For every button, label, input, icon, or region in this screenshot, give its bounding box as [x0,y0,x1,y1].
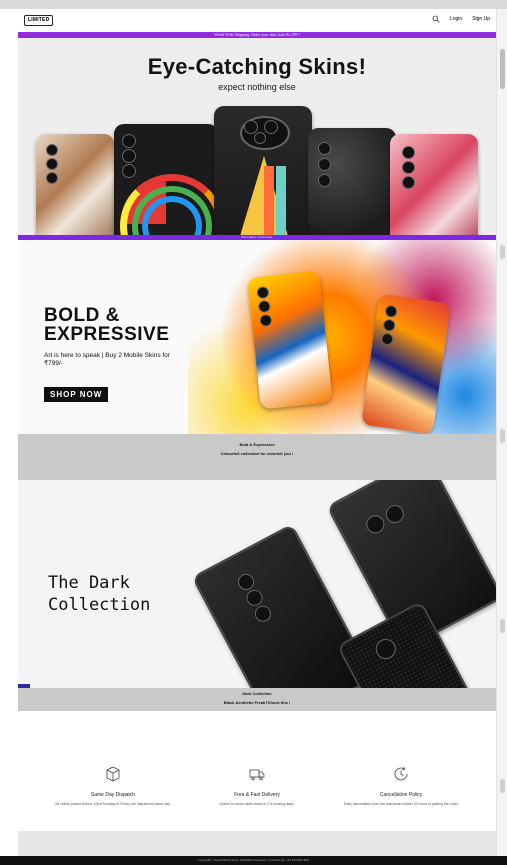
scroll-marker [500,619,505,633]
top-bar [0,0,507,9]
hero-bold-expressive[interactable]: BOLD & EXPRESSIVE Art is here to speak |… [18,240,496,434]
hero-bold-title: BOLD & EXPRESSIVE [44,306,169,344]
bold-caption: Bold & Expressive Colourfull collection … [18,434,496,480]
hero-tagline: Art is here to speak | Buy 2 Mobile Skin… [44,352,170,367]
phone-skin-rainbow [114,124,218,235]
nav-actions: Login Sign Up [432,15,490,23]
site-logo[interactable]: LIMITED [24,15,54,26]
scrollbar[interactable] [496,9,507,865]
feature-same-day-dispatch: Same Day Dispatch All orders placed befo… [38,765,188,807]
scroll-marker [500,429,505,443]
caption-title: Bold & Expressive [239,442,275,447]
caption-text: Colourfull collection for colorfull you … [220,451,294,456]
feature-title: Same Day Dispatch [90,792,136,798]
site-footer: Copyright © EyeletShop Store, All Rights… [0,856,507,865]
feature-title: Free & Fast Delivery [234,792,280,798]
browser-frame: LIMITED Login Sign Up World Wide Shippin… [0,0,507,865]
search-icon[interactable] [432,15,440,23]
caption-title: Dark Collection [242,691,272,696]
feature-cancellation-policy: Cancellation Policy Easy cancellation fr… [326,765,476,807]
paint-splash [188,240,496,434]
feature-desc: Easy cancellation from the dashboard wit… [343,802,458,806]
dark-collection-title: The Dark Collection [48,572,150,616]
features-section: Same Day Dispatch All orders placed befo… [18,711,496,831]
truck-icon [248,765,266,783]
hero-dark-collection[interactable]: The Dark Collection [18,480,496,688]
dark-caption: Dark Collection Black Aesthetic Freak?Ch… [18,688,496,711]
dark-line2: Collection [48,595,151,615]
bold-line2: EXPRESSIVE [44,324,170,345]
login-link[interactable]: Login [450,16,462,22]
phone-skin-fluid-art-1 [247,270,333,410]
signup-link[interactable]: Sign Up [472,16,490,22]
feature-desc: Orders to metro cities reach in 2-5 work… [219,802,295,806]
feature-desc: All orders placed before 12pm Monday to … [55,802,171,806]
page-content: LIMITED Login Sign Up World Wide Shippin… [18,9,496,865]
scroll-marker [500,245,505,259]
phone-skin-pink-marble [390,134,478,235]
feature-fast-delivery: Free & Fast Delivery Orders to metro cit… [182,765,332,807]
phone-skin-ufo [214,106,312,235]
feature-title: Cancellation Policy [379,792,423,798]
caption-text: Black Aesthetic Freak?Check this ! [223,700,291,705]
navbar: LIMITED Login Sign Up [18,9,496,32]
box-icon [104,765,122,783]
scrollbar-thumb[interactable] [500,49,505,89]
phone-skin-dark-texture [308,128,396,235]
clock-icon [392,765,410,783]
bold-line1: BOLD & [44,305,120,326]
hero-eye-catching[interactable]: Eye-Catching Skins! expect nothing else [18,38,496,235]
hero-subtitle: expect nothing else [218,82,296,92]
hero-title: Eye-Catching Skins! [147,54,367,79]
shop-now-button[interactable]: SHOP NOW [44,387,109,402]
phone-skin-marble [36,134,114,235]
dark-line1: The Dark [48,573,130,593]
scroll-marker [500,779,505,793]
